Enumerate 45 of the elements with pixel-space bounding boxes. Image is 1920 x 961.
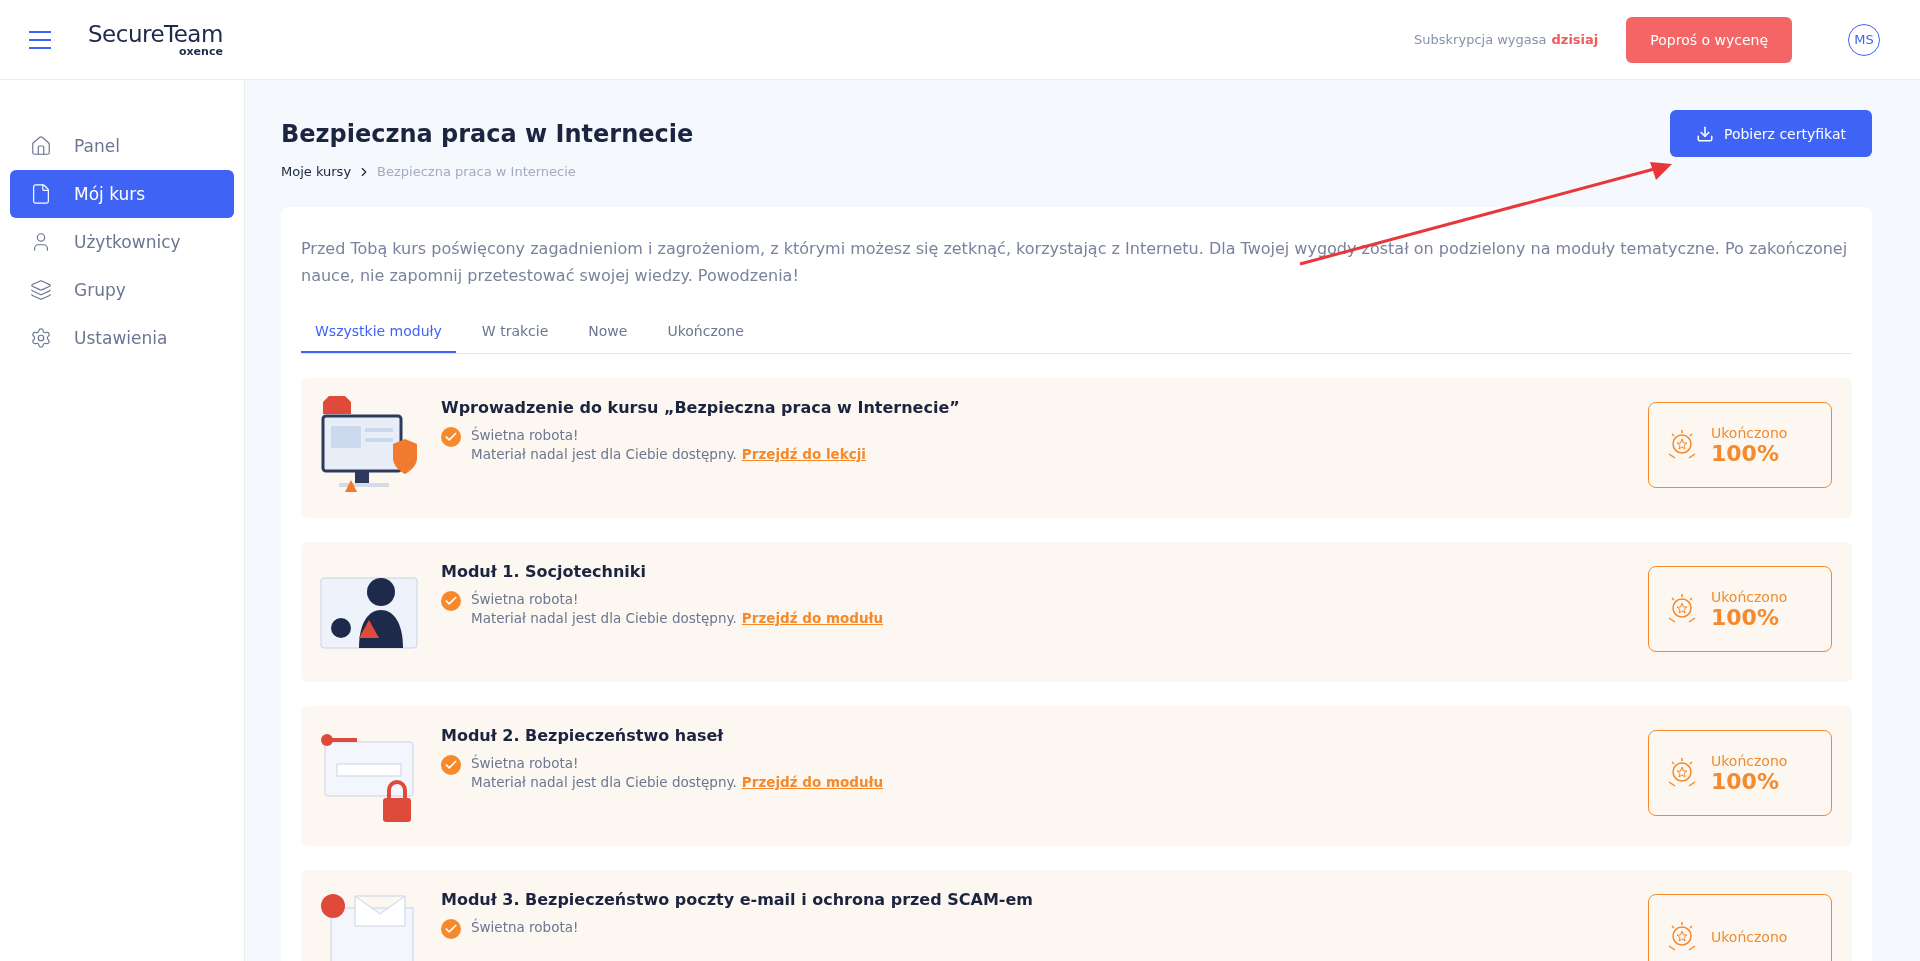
badge-label: Ukończono [1711,752,1788,769]
badge-label: Ukończono [1711,929,1788,945]
sidebar-item[interactable]: Grupy [10,266,234,314]
tab[interactable]: W trakcie [467,311,563,353]
sidebar-item[interactable]: Użytkownicy [10,218,234,266]
sidebar-item[interactable]: Mój kurs [10,170,234,218]
note-text: Materiał nadal jest dla Ciebie dostępny. Przejdź do modułu [471,610,884,626]
page-title: Bezpieczna praca w Internecie [281,120,694,148]
tab[interactable]: Wszystkie moduły [301,311,456,353]
module-title: Wprowadzenie do kursu „Bezpieczna praca w Internecie” [441,398,961,417]
status-text: Świetna robota! [471,591,580,607]
file-icon [30,183,52,205]
status-text: Świetna robota! [471,755,580,771]
module-title: Moduł 2. Bezpieczeństwo haseł [441,726,725,745]
subscription-value: dzisiaj [1551,32,1599,47]
certificate-button[interactable]: Pobierz certyfikat [1669,110,1872,157]
badge-percent: 100% [1711,440,1780,466]
check-icon [441,919,461,939]
home-icon [30,135,52,157]
breadcrumb-item: Bezpieczna praca w Internecie [377,164,576,179]
note-text: Materiał nadal jest dla Ciebie dostępny. Przejdź do modułu [471,774,884,790]
layers-icon [30,279,52,301]
badge-label: Ukończono [1711,424,1788,441]
tab[interactable]: Nowe [574,311,642,353]
sidebar-item[interactable]: Ustawienia [10,314,234,362]
check-icon [441,591,461,611]
download-icon [1695,124,1714,143]
module-title: Moduł 3. Bezpieczeństwo poczty e-mail i ochrona przed SCAM-em [441,890,1034,909]
badge-label: Ukończono [1711,588,1788,605]
menu-icon[interactable] [28,29,52,50]
status-text: Świetna robota! [471,427,580,443]
sidebar-item[interactable]: Panel [10,122,234,170]
status-text: Świetna robota! [471,919,579,935]
tab[interactable]: Ukończone [653,311,758,353]
badge-percent: 100% [1711,604,1780,630]
badge-percent: 100% [1711,768,1780,794]
breadcrumb-item[interactable]: Moje kursy [281,164,352,179]
quote-button[interactable]: Poproś o wycenę [1626,16,1792,63]
note-text: Materiał nadal jest dla Ciebie dostępny. Przejdź do lekcji [471,446,866,462]
check-icon [441,427,461,447]
settings-icon [30,327,52,349]
logo[interactable]: SecureTeam oxence [88,22,223,57]
check-icon [441,755,461,775]
subscription-label: Subskrypcja wygasa [1414,32,1547,47]
module-title: Moduł 1. Socjotechniki [441,562,647,581]
